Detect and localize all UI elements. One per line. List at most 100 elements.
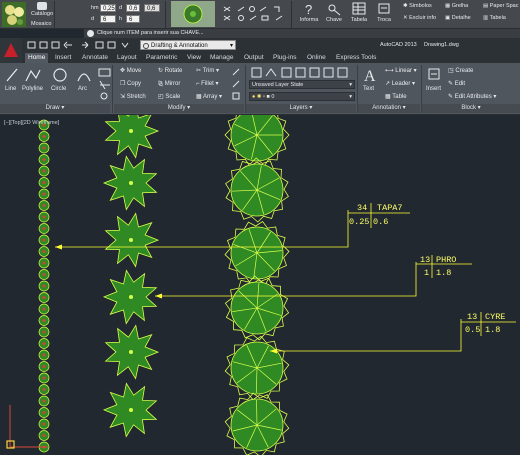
title-bar: AutoCAD 2013 Drawing1.dwg xyxy=(0,38,520,52)
editing-tools-icon[interactable] xyxy=(222,5,288,25)
copy-button[interactable]: ❐ Copy xyxy=(120,80,141,87)
viewport-controls-label[interactable]: [−][Top][2D Wireframe] xyxy=(4,120,59,126)
excluir-info-button[interactable]: ✕ Excluir info xyxy=(403,15,436,21)
mirror-button[interactable]: ⧎ Mirror xyxy=(158,80,180,87)
layers-panel-title[interactable]: Layers ▾ xyxy=(246,104,356,113)
tab-plugins[interactable]: Plug-ins xyxy=(270,53,299,63)
layer-state-select[interactable]: Unsaved Layer State ▾ xyxy=(249,80,355,89)
d-input[interactable]: 0,6 xyxy=(126,4,140,12)
scale-button[interactable]: ◰ Scale xyxy=(158,93,180,100)
shrub-symbol[interactable] xyxy=(38,223,50,234)
informa-button[interactable]: ? Informa xyxy=(296,2,322,23)
shrub-symbol[interactable] xyxy=(38,430,50,441)
tabela-small-button[interactable]: ▥ Tabela xyxy=(483,15,506,21)
tabela-button[interactable]: Tabela xyxy=(347,2,371,23)
arc-button[interactable] xyxy=(76,67,92,85)
grelha-button[interactable]: ▦ Grelha xyxy=(445,3,468,9)
fillet-button[interactable]: ⌐ Fillet ▾ xyxy=(196,80,219,87)
current-layer-select[interactable]: ● ✺ ▫ ■ 0 ▾ xyxy=(249,92,355,101)
shrub-symbol[interactable] xyxy=(38,361,50,372)
round-plant-symbol[interactable] xyxy=(230,115,284,162)
shrub-symbol[interactable] xyxy=(38,395,50,407)
layer-tools-icon[interactable] xyxy=(250,66,354,80)
star-plant-symbol[interactable] xyxy=(104,115,160,159)
hm-input[interactable]: 0,25 xyxy=(100,4,116,12)
shrub-symbol[interactable] xyxy=(38,349,50,361)
shrub-symbol[interactable] xyxy=(38,315,50,326)
shrub-symbol[interactable] xyxy=(38,326,50,338)
rotate-button[interactable]: ↻ Rotate xyxy=(158,67,182,74)
stretch-button[interactable]: ⇲ Stretch xyxy=(120,93,146,100)
tab-insert[interactable]: Insert xyxy=(52,53,74,63)
block-panel-title[interactable]: Block ▾ xyxy=(422,104,520,113)
shrub-symbol[interactable] xyxy=(38,188,50,200)
info-icon xyxy=(87,30,94,37)
shrub-symbol[interactable] xyxy=(38,418,50,430)
application-menu-button[interactable] xyxy=(0,38,22,66)
tab-layout[interactable]: Layout xyxy=(114,53,140,63)
shrub-symbol[interactable] xyxy=(38,303,50,315)
tab-view[interactable]: View xyxy=(184,53,204,63)
shrub-symbol[interactable] xyxy=(38,165,50,177)
shrub-symbol[interactable] xyxy=(38,384,50,395)
leader-button[interactable]: ↗ Leader ▾ xyxy=(385,80,415,87)
flower-thumbnail[interactable] xyxy=(2,2,26,27)
shrub-symbol[interactable] xyxy=(38,280,50,292)
shrub-symbol[interactable] xyxy=(38,372,50,384)
tab-express-tools[interactable]: Express Tools xyxy=(333,53,379,63)
shrub-symbol[interactable] xyxy=(38,292,50,303)
text-button[interactable]: A xyxy=(363,66,377,86)
modify-panel-title[interactable]: Modify ▾ xyxy=(114,104,244,113)
table-button[interactable]: ▦ Table xyxy=(385,93,407,100)
simbolos-button[interactable]: ✱ Simbolos xyxy=(403,3,432,9)
chave-button[interactable]: Chave xyxy=(322,2,346,23)
modify-extra-icon[interactable] xyxy=(231,67,241,101)
shrub-symbol[interactable] xyxy=(38,154,50,165)
linear-button[interactable]: ⟷ Linear ▾ xyxy=(385,67,417,74)
draw-panel-title[interactable]: Draw ▾ xyxy=(0,104,110,113)
tab-annotate[interactable]: Annotate xyxy=(79,53,111,63)
annotation-panel-title[interactable]: Annotation ▾ xyxy=(358,104,420,113)
line-button[interactable] xyxy=(5,67,19,87)
mirror-icon: ⧎ xyxy=(158,81,165,87)
edit-attributes-button[interactable]: ✎ Edit Attributes ▾ xyxy=(448,93,496,100)
circle-button[interactable] xyxy=(52,67,68,85)
shrub-symbol[interactable] xyxy=(38,338,50,349)
shrub-symbol[interactable] xyxy=(38,131,50,142)
shrub-symbol[interactable] xyxy=(38,142,50,154)
move-button[interactable]: ✥ Move xyxy=(120,67,141,74)
array-button[interactable]: ▦ Array ▾ xyxy=(196,93,222,100)
workspace-select[interactable]: Drafting & Annotation ▾ xyxy=(140,40,236,50)
detalhe-button[interactable]: ▣ Detalhe xyxy=(445,15,471,21)
shrub-symbol[interactable] xyxy=(38,407,50,418)
tab-online[interactable]: Online xyxy=(304,53,329,63)
p-input[interactable]: 0,6 xyxy=(144,4,160,12)
troca-button[interactable]: Troca xyxy=(372,2,396,23)
paper-space-button[interactable]: ▤ Paper Spac xyxy=(483,3,518,9)
tag-qty-cyre: 13 xyxy=(467,312,478,322)
tab-manage[interactable]: Manage xyxy=(207,53,237,63)
shrub-symbol[interactable] xyxy=(38,177,50,188)
plant-preview[interactable] xyxy=(171,1,215,27)
shrub-symbol[interactable] xyxy=(38,234,50,246)
trim-button[interactable]: ✂ Trim ▾ xyxy=(196,67,219,74)
shrub-symbol[interactable] xyxy=(38,257,50,269)
tab-output[interactable]: Output xyxy=(241,53,267,63)
h-input[interactable]: 6 xyxy=(126,15,140,23)
drawing-viewport[interactable] xyxy=(0,115,520,455)
insert-block-button[interactable] xyxy=(427,67,441,85)
d2-input[interactable]: 6 xyxy=(100,15,116,23)
drawing-canvas[interactable] xyxy=(0,115,520,455)
panel-divider xyxy=(112,65,113,113)
shrub-symbol[interactable] xyxy=(38,269,50,280)
create-block-button[interactable]: ◳ Create xyxy=(448,67,473,74)
edit-block-button[interactable]: ✎ Edit xyxy=(448,80,465,87)
shrub-symbol[interactable] xyxy=(38,211,50,223)
polyline-button[interactable] xyxy=(24,67,42,85)
tab-parametric[interactable]: Parametric xyxy=(143,53,180,63)
quick-access-toolbar[interactable] xyxy=(26,40,138,50)
shrub-symbol[interactable] xyxy=(38,246,50,257)
shrub-symbol[interactable] xyxy=(38,200,50,211)
tab-home[interactable]: Home xyxy=(25,53,49,63)
plant-center-mark xyxy=(129,350,133,354)
